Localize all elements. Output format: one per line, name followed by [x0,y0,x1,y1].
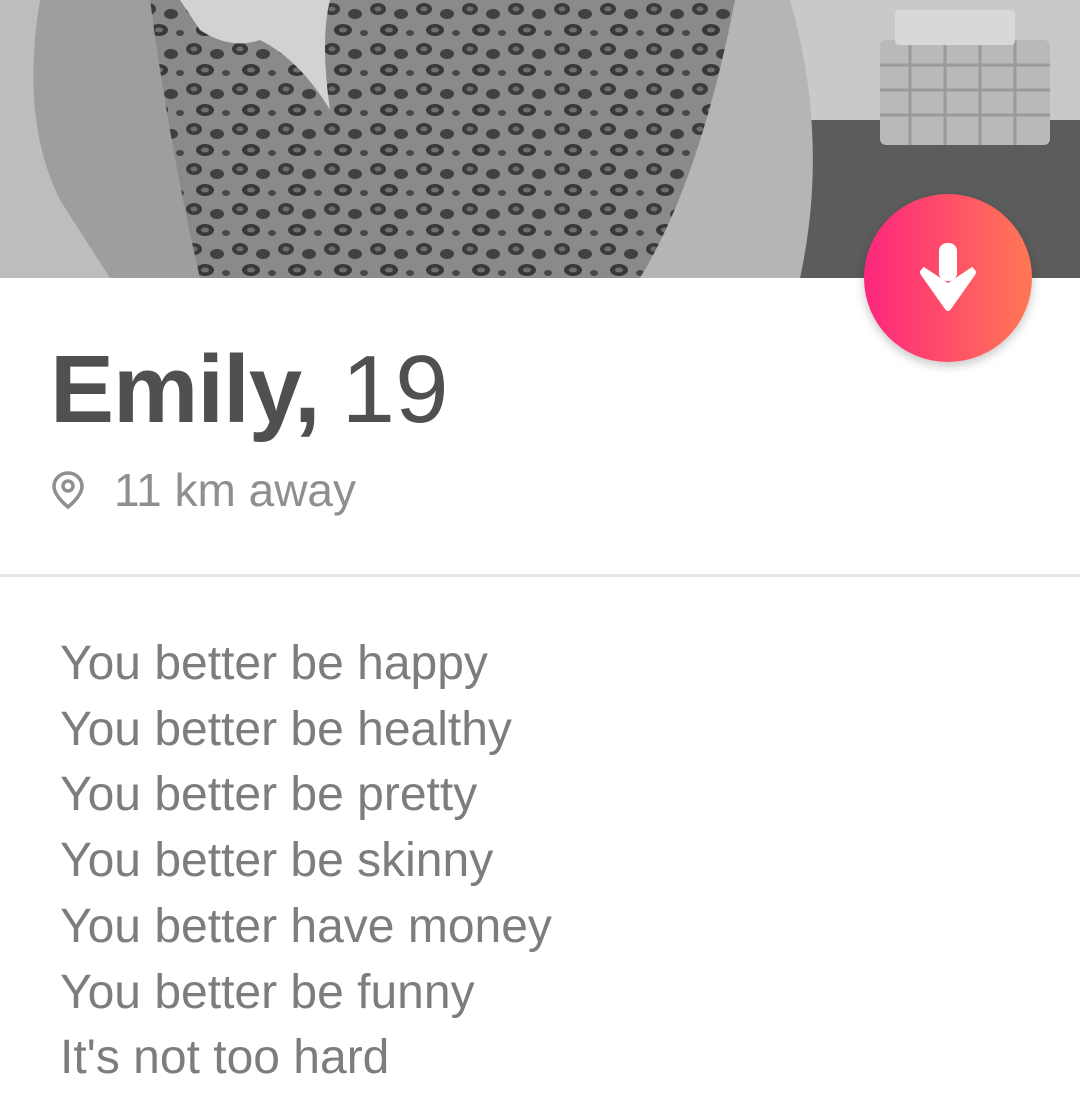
collapse-profile-button[interactable] [864,194,1032,362]
arrow-down-icon [920,243,976,311]
bio-line: You better be healthy [60,702,512,756]
section-divider [0,574,1080,577]
profile-age: 19 [341,336,449,443]
bio-line: You better be skinny [60,834,494,888]
bio-line: You better be pretty [60,768,478,822]
profile-name: Emily, [50,336,321,443]
distance-label: 11 km away [114,464,357,516]
bio-line: It's not too hard [60,1031,390,1085]
bio-line: You better have money [60,899,552,953]
bio-section: You better be happy You better be health… [60,631,552,1091]
profile-header: Emily, 19 [50,335,448,445]
location-pin-icon [52,471,84,510]
bio-line: You better be happy [60,637,488,690]
bio-line: You better be funny [60,965,475,1019]
distance-info: 11 km away [50,462,356,518]
